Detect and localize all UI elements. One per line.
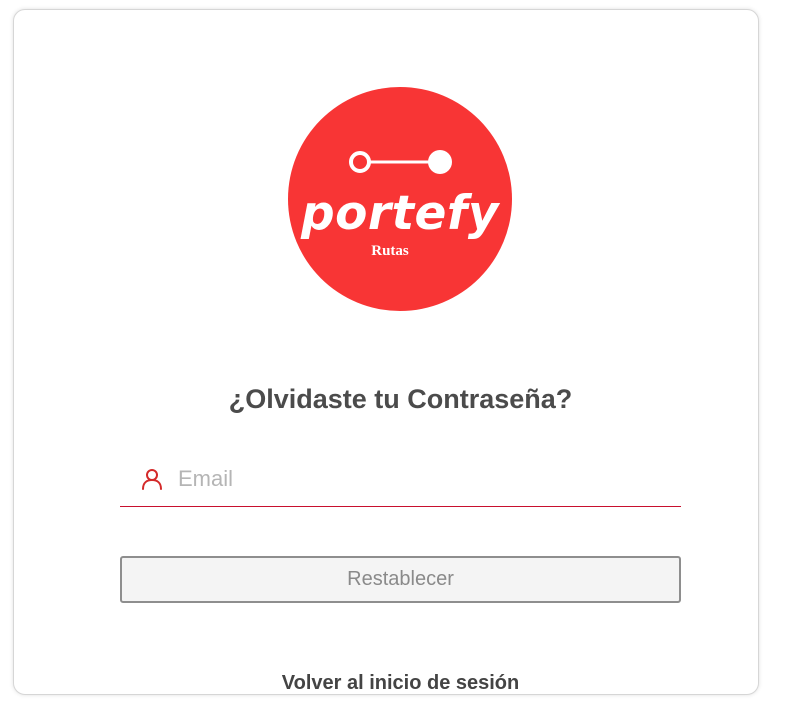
user-icon bbox=[142, 469, 162, 490]
email-field bbox=[120, 455, 681, 507]
logo-wordmark: portefy bbox=[300, 186, 500, 241]
logo-subtitle: Rutas bbox=[371, 243, 409, 259]
reset-password-button[interactable]: Restablecer bbox=[120, 556, 681, 603]
back-to-login-link[interactable]: Volver al inicio de sesión bbox=[14, 670, 787, 696]
email-input[interactable] bbox=[178, 461, 668, 497]
page-title: ¿Olvidaste tu Contraseña? bbox=[228, 384, 573, 414]
forgot-password-card: portefy Rutas ¿Olvidaste tu Contraseña? … bbox=[13, 9, 759, 695]
portefy-logo: portefy Rutas bbox=[288, 87, 512, 311]
